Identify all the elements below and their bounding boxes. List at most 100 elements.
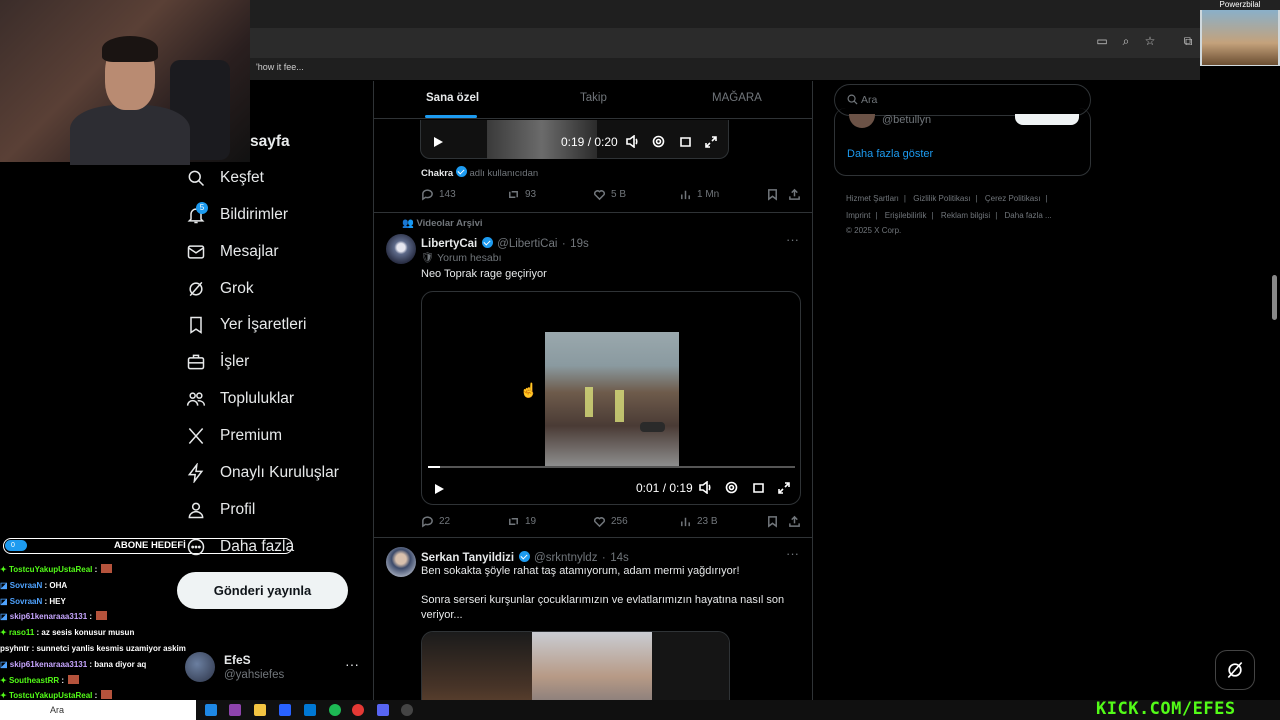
zoom-icon[interactable]: ⌕ bbox=[1119, 34, 1133, 48]
post-time[interactable]: 19s bbox=[570, 238, 589, 250]
sidebar-item-more[interactable]: Daha fazla bbox=[186, 535, 294, 559]
reply-button[interactable]: 143 bbox=[421, 188, 456, 201]
page-scrollbar[interactable] bbox=[1272, 275, 1277, 320]
bookmark-button[interactable] bbox=[766, 515, 779, 528]
pip-icon[interactable] bbox=[752, 481, 765, 499]
chat-username[interactable]: raso11 bbox=[9, 628, 34, 637]
brand-watermark: KICK.COM/EFES bbox=[1096, 699, 1236, 719]
sidebar-item-explore[interactable]: Keşfet bbox=[186, 166, 264, 190]
avatar[interactable] bbox=[386, 547, 416, 577]
footer-link[interactable]: Erişilebilirlik bbox=[885, 211, 927, 220]
post-author-name[interactable]: LibertyCai bbox=[421, 238, 477, 250]
share-button[interactable] bbox=[788, 188, 801, 201]
chat-username[interactable]: SovraaN bbox=[10, 597, 42, 606]
chat-message: ✦ SoutheastRR : bbox=[0, 673, 205, 689]
subscriber-count: 0 bbox=[5, 540, 27, 551]
post-more-icon[interactable]: ··· bbox=[786, 546, 799, 561]
sidebar-item-profile[interactable]: Profil bbox=[186, 498, 255, 522]
spotify-icon[interactable] bbox=[329, 704, 341, 716]
sidebar-item-verified-orgs[interactable]: Onaylı Kuruluşlar bbox=[186, 461, 339, 485]
settings-icon[interactable] bbox=[652, 135, 665, 153]
repost-button[interactable]: 19 bbox=[507, 515, 536, 528]
browser-address-bar[interactable] bbox=[250, 28, 1200, 58]
nav-home-partial[interactable]: sayfa bbox=[250, 133, 290, 151]
grok-floating-button[interactable] bbox=[1215, 650, 1255, 690]
chat-message: ✦ raso11 : az sesis konusur musun bbox=[0, 625, 205, 641]
show-more-link[interactable]: Daha fazla göster bbox=[847, 148, 933, 160]
play-icon[interactable] bbox=[433, 135, 444, 153]
app-icon[interactable] bbox=[229, 704, 241, 716]
sidebar-item-premium[interactable]: Premium bbox=[186, 424, 282, 448]
post-author-handle[interactable]: @srkntnyldz bbox=[534, 552, 597, 564]
sidebar-item-label: Bildirimler bbox=[220, 206, 289, 223]
settings-icon[interactable] bbox=[725, 481, 738, 499]
footer-link[interactable]: Hizmet Şartları bbox=[846, 194, 899, 203]
sidebar-item-grok[interactable]: Grok bbox=[186, 277, 254, 301]
stream-chat: ✦ TostcuYakupUstaReal : ◪ SovraaN : OHA ◪… bbox=[0, 562, 205, 704]
post-text: Ben sokakta şöyle rahat taş atamıyorum, … bbox=[421, 564, 801, 623]
footer-link[interactable]: Çerez Politikası bbox=[985, 194, 1041, 203]
verified-badge-icon bbox=[455, 166, 467, 177]
repost-button[interactable]: 93 bbox=[507, 188, 536, 201]
share-button[interactable] bbox=[788, 515, 801, 528]
pip-icon[interactable] bbox=[679, 135, 692, 153]
extensions-icon[interactable]: ⧉ bbox=[1181, 34, 1195, 48]
star-icon[interactable]: ☆ bbox=[1143, 34, 1157, 48]
more-dots-icon[interactable]: ··· bbox=[345, 656, 359, 672]
source-user[interactable]: Chakra bbox=[421, 168, 453, 179]
outlook-icon[interactable] bbox=[279, 704, 291, 716]
avatar[interactable] bbox=[849, 114, 875, 128]
like-button[interactable]: 5 B bbox=[593, 188, 626, 201]
volume-icon[interactable] bbox=[699, 480, 713, 499]
post-author-handle[interactable]: @LibertiCai bbox=[497, 238, 557, 250]
suggested-handle[interactable]: @betullyn bbox=[882, 114, 931, 126]
store-icon[interactable] bbox=[304, 704, 316, 716]
tab-following[interactable]: Takip bbox=[580, 92, 607, 104]
app-icon[interactable] bbox=[401, 704, 413, 716]
account-switcher[interactable]: EfeS @yahsiefes ··· bbox=[185, 650, 360, 686]
tab-magara[interactable]: MAĞARA bbox=[712, 92, 762, 104]
folder-icon[interactable] bbox=[254, 704, 266, 716]
views-button[interactable]: 23 B bbox=[679, 515, 718, 528]
views-button[interactable]: 1 Mn bbox=[679, 188, 719, 201]
chat-username[interactable]: psyhntr bbox=[0, 644, 29, 653]
emote-icon bbox=[101, 690, 113, 700]
follow-button[interactable] bbox=[1015, 114, 1079, 125]
footer-link[interactable]: Gizlilik Politikası bbox=[913, 194, 970, 203]
post-more-icon[interactable]: ··· bbox=[786, 232, 799, 247]
video-progress-track[interactable] bbox=[428, 466, 795, 468]
bookmark-item[interactable]: 'how it fee... bbox=[256, 62, 304, 72]
footer-link[interactable]: Imprint bbox=[846, 211, 870, 220]
chat-username[interactable]: TostcuYakupUstaReal bbox=[9, 565, 92, 574]
avatar[interactable] bbox=[386, 234, 416, 264]
taskbar-search[interactable]: Ara bbox=[0, 700, 196, 720]
discord-icon[interactable] bbox=[377, 704, 389, 716]
windows-icon[interactable] bbox=[205, 704, 217, 716]
fullscreen-icon[interactable] bbox=[705, 135, 717, 153]
sidebar-item-messages[interactable]: Mesajlar bbox=[186, 240, 279, 264]
sidebar-item-communities[interactable]: Topluluklar bbox=[186, 387, 294, 411]
chat-username[interactable]: SoutheastRR bbox=[9, 676, 59, 685]
post-time[interactable]: 14s bbox=[610, 552, 629, 564]
chat-username[interactable]: SovraaN bbox=[10, 581, 42, 590]
chrome-icon[interactable] bbox=[352, 704, 364, 716]
volume-icon[interactable] bbox=[626, 134, 640, 153]
sidebar-item-jobs[interactable]: İşler bbox=[186, 350, 249, 374]
fullscreen-icon[interactable] bbox=[778, 481, 790, 499]
footer-link[interactable]: Reklam bilgisi bbox=[941, 211, 990, 220]
chat-username[interactable]: skip61kenaraaa3131 bbox=[10, 660, 87, 669]
tab-for-you[interactable]: Sana özel bbox=[426, 92, 479, 104]
footer-link[interactable]: Daha fazla ... bbox=[1005, 211, 1052, 220]
like-button[interactable]: 256 bbox=[593, 515, 628, 528]
chat-username[interactable]: skip61kenaraaa3131 bbox=[10, 612, 87, 621]
sidebar-item-bookmarks[interactable]: Yer İşaretleri bbox=[186, 313, 306, 337]
bookmark-button[interactable] bbox=[766, 188, 779, 201]
play-icon[interactable] bbox=[434, 482, 445, 500]
video-player[interactable]: 0:01 / 0:19 bbox=[421, 291, 801, 505]
video-player[interactable]: 0:19 / 0:20 bbox=[420, 120, 729, 159]
reply-button[interactable]: 22 bbox=[421, 515, 450, 528]
repost-icon bbox=[509, 517, 518, 526]
chat-text: : az sesis konusur musun bbox=[34, 628, 135, 638]
install-icon[interactable]: ▭ bbox=[1095, 34, 1109, 48]
post-author-name[interactable]: Serkan Tanyildizi bbox=[421, 552, 514, 564]
